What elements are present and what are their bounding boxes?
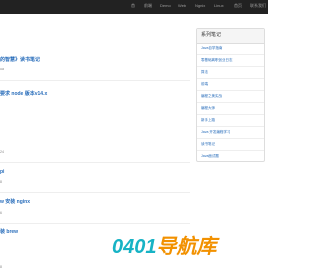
divider (0, 162, 190, 163)
site-watermark-logo: 0401导航库 (112, 232, 217, 262)
nav-item-contact[interactable]: 联系我们 (250, 3, 266, 9)
post-title[interactable]: 要求 node 版本v14.x (0, 91, 47, 97)
post-meta: 6 (0, 211, 2, 215)
sidebar-item-label: Java自学指南 (201, 46, 223, 50)
panel-header: 系列笔记 (197, 29, 264, 44)
nav-item-linux[interactable]: Linux (214, 3, 224, 9)
nav-item-web[interactable]: Web (178, 3, 186, 9)
watermark-text: 导航库 (156, 236, 217, 258)
sidebar-item-label: 新手上路 (201, 118, 215, 122)
sidebar-item-label: 算法 (201, 70, 208, 74)
nav-item-frontend[interactable]: 前端 (144, 3, 152, 9)
post-title[interactable]: 的智慧》读书笔记 (0, 57, 40, 63)
sidebar-item-label: 读书笔记 (201, 142, 215, 146)
sidebar-item-label: 编程之美实战 (201, 94, 222, 98)
sidebar-item-label: Java 开发编程学习 (201, 130, 231, 134)
sidebar-item-reading-notes[interactable]: 读书笔记 (197, 139, 264, 151)
sidebar-item-startup-log[interactable]: 零基础离职创业日志 (197, 55, 264, 67)
post-meta: 8 (0, 180, 2, 184)
nav-item-nginx[interactable]: Ngnix (195, 3, 205, 9)
panel-title: 系列笔记 (201, 32, 222, 38)
post-meta: ua (0, 67, 4, 71)
series-notes-panel: 系列笔记 Java自学指南 零基础离职创业日志 算法 前端 编程之美实战 编程大… (196, 28, 265, 162)
sidebar-item-java-dev[interactable]: Java 开发编程学习 (197, 127, 264, 139)
sidebar-item-label: 零基础离职创业日志 (201, 58, 233, 62)
post-meta: 8 (0, 265, 2, 269)
post-meta: 24 (0, 150, 4, 154)
sidebar-item-beginners[interactable]: 新手上路 (197, 115, 264, 127)
post-title[interactable]: w 安装 nginx (0, 199, 30, 205)
nav-item-home[interactable]: 首 (131, 3, 135, 9)
sidebar-item-programming-master[interactable]: 编程大师 (197, 103, 264, 115)
divider (0, 192, 190, 193)
sidebar-item-java-interview[interactable]: Java面试题 (197, 151, 264, 162)
divider (0, 80, 190, 81)
nav-item-index[interactable]: 首页 (234, 3, 242, 9)
sidebar-item-label: Java面试题 (201, 154, 219, 158)
sidebar-item-frontend[interactable]: 前端 (197, 79, 264, 91)
sidebar-item-label: 前端 (201, 82, 208, 86)
top-navbar: 首 前端 Demo Web Ngnix Linux 首页 联系我们 (0, 0, 268, 14)
sidebar-item-programming-beauty[interactable]: 编程之美实战 (197, 91, 264, 103)
sidebar-item-label: 编程大师 (201, 106, 215, 110)
post-title[interactable]: 装 brew (0, 229, 18, 235)
sidebar-item-java-guide[interactable]: Java自学指南 (197, 43, 264, 55)
nav-item-demo[interactable]: Demo (160, 3, 171, 9)
divider (0, 223, 190, 224)
watermark-digits: 0401 (112, 236, 157, 258)
post-title[interactable]: pi (0, 169, 4, 175)
sidebar-item-algorithms[interactable]: 算法 (197, 67, 264, 79)
